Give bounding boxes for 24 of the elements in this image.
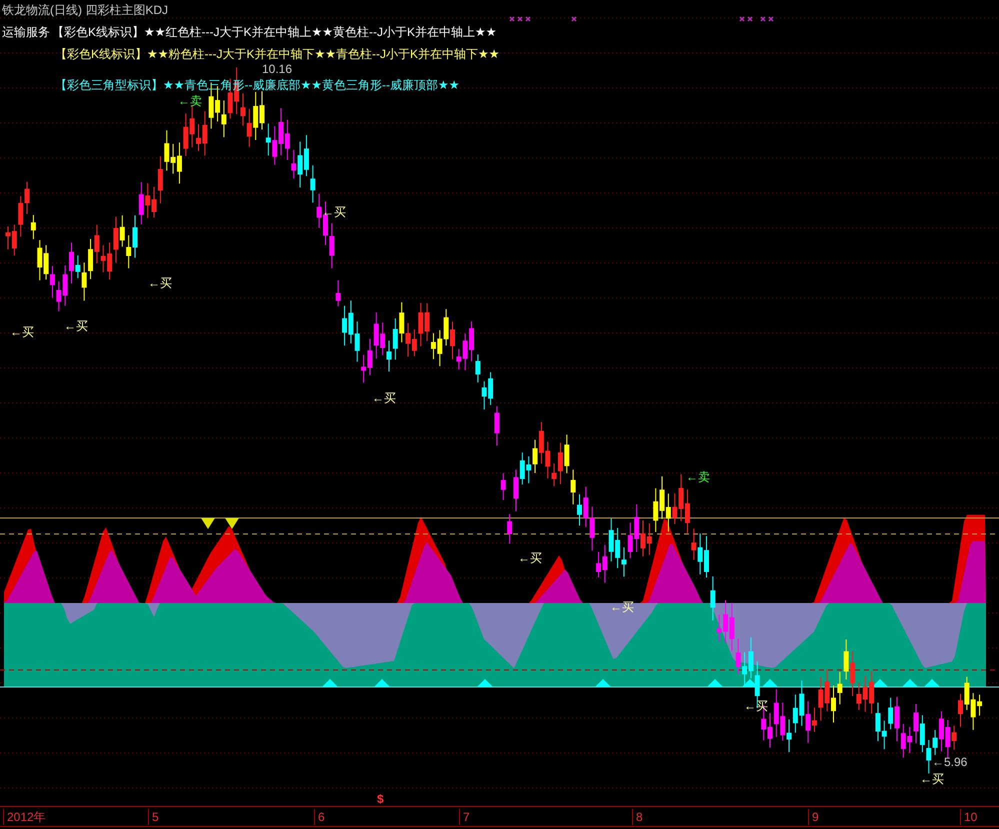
marker-label: $ <box>377 792 384 806</box>
legend-text: 【彩色K线标识】★★红色柱---J大于K并在中轴上★★黄色柱--J小于K并在中轴上★★ <box>52 24 497 40</box>
sector-label: 运输服务 <box>2 24 50 40</box>
price-label: ←5.96 <box>932 755 968 769</box>
axis-label: 9 <box>808 809 819 825</box>
sell-signal-label: ←卖 <box>686 469 710 486</box>
buy-signal-label: ←买 <box>148 275 172 292</box>
axis-label: 7 <box>459 809 470 825</box>
buy-signal-label: ←买 <box>372 390 396 407</box>
legend-text: 【彩色K线标识】★★粉色柱---J大于K并在中轴下★★青色柱--J小于K并在中轴下★★ <box>55 46 500 62</box>
axis-label: 10 <box>960 809 978 825</box>
axis-label: 2012年 <box>3 809 46 825</box>
price-label: 10.16 <box>262 62 292 76</box>
axis-label: 6 <box>314 809 325 825</box>
window-title: 铁龙物流(日线) 四彩柱主图KDJ <box>2 2 168 18</box>
buy-signal-label: ←买 <box>920 771 944 788</box>
buy-signal-label: ←买 <box>610 599 634 616</box>
buy-signal-label: ←买 <box>518 550 542 567</box>
sell-signal-label: ←卖 <box>178 93 202 110</box>
axis-label: 5 <box>148 809 159 825</box>
axis-label: 8 <box>632 809 643 825</box>
cross-markers-icon <box>509 16 774 22</box>
buy-signal-label: ←买 <box>10 324 34 341</box>
buy-signal-label: ←买 <box>64 318 88 335</box>
